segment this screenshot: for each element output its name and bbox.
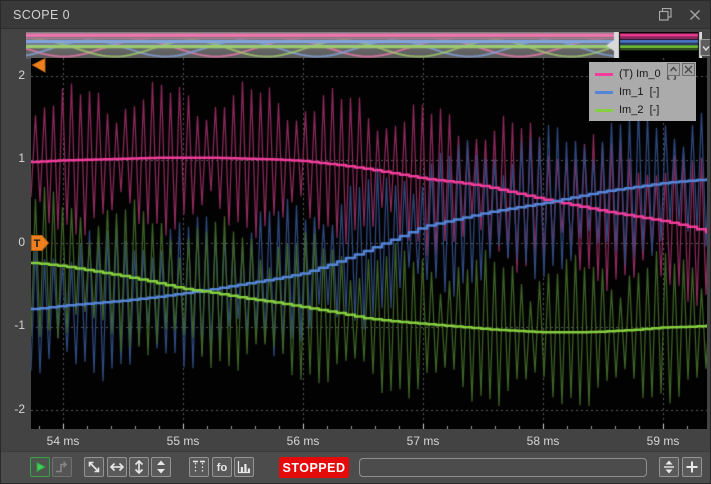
chevron-down-icon — [701, 41, 711, 55]
plus-icon — [683, 458, 701, 476]
horizontal-arrows-icon — [108, 458, 126, 476]
split-plot-button[interactable] — [659, 457, 679, 477]
x-tick-label: 55 ms — [167, 434, 200, 448]
status-badge: STOPPED — [279, 457, 349, 478]
vertical-arrows-icon — [130, 458, 148, 476]
legend[interactable]: (T) Im_0 [-] Im_1 [-] Im_2 [-] — [589, 62, 696, 121]
x-tick-label: 59 ms — [647, 434, 680, 448]
toolbar: fo STOPPED — [1, 451, 711, 484]
y-tick-label: -2 — [3, 402, 25, 416]
legend-swatch-im2 — [595, 109, 613, 112]
scrollbar-track[interactable] — [359, 458, 647, 477]
analysis-button[interactable] — [234, 457, 254, 477]
chevron-up-icon — [668, 64, 679, 75]
x-tick-label: 54 ms — [47, 434, 80, 448]
fit-horizontal-button[interactable] — [107, 457, 127, 477]
y-tick-label: 2 — [3, 68, 25, 82]
float-window-button[interactable] — [652, 5, 678, 25]
x-tick-label: 56 ms — [287, 434, 320, 448]
fourier-button[interactable]: fo — [212, 457, 232, 477]
signal-overview-navigator[interactable] — [26, 32, 702, 59]
fit-vertical-button[interactable] — [129, 457, 149, 477]
trigger-marker-label: T — [34, 238, 41, 250]
restore-icon — [659, 8, 672, 21]
y-tick-label: -1 — [3, 318, 25, 332]
legend-swatch-im1 — [595, 91, 613, 94]
split-view-icon — [660, 458, 678, 476]
fourier-icon: fo — [217, 462, 228, 474]
cursors-icon — [190, 458, 208, 476]
close-icon — [683, 64, 694, 75]
add-plot-button[interactable] — [682, 457, 702, 477]
bar-chart-icon — [235, 458, 253, 476]
cursors-button[interactable] — [189, 457, 209, 477]
legend-collapse-button[interactable] — [667, 63, 680, 76]
step-trigger-icon — [53, 458, 71, 476]
left-triangle-icon — [31, 58, 46, 73]
x-tick-label: 58 ms — [527, 434, 560, 448]
run-button[interactable] — [30, 457, 50, 477]
window-title: SCOPE 0 — [1, 8, 652, 22]
scroll-up-marker[interactable] — [31, 58, 46, 78]
trigger-marker[interactable]: T — [31, 235, 50, 256]
legend-row-im0[interactable]: (T) Im_0 [-] — [595, 65, 696, 83]
x-tick-label: 57 ms — [407, 434, 440, 448]
legend-label-im2: Im_2 [-] — [619, 104, 659, 116]
legend-row-im1[interactable]: Im_1 [-] — [595, 83, 696, 101]
single-trigger-button[interactable] — [52, 457, 72, 477]
y-tick-label: 1 — [3, 151, 25, 165]
expand-vertical-button[interactable] — [151, 457, 171, 477]
y-tick-label: 0 — [3, 235, 25, 249]
legend-close-button[interactable] — [682, 63, 695, 76]
diagonal-arrows-icon — [85, 458, 103, 476]
titlebar[interactable]: SCOPE 0 — [1, 1, 711, 29]
close-icon — [689, 9, 701, 21]
close-window-button[interactable] — [682, 5, 708, 25]
play-icon — [31, 458, 49, 476]
legend-row-im2[interactable]: Im_2 [-] — [595, 101, 696, 119]
legend-label-im1: Im_1 [-] — [619, 86, 659, 98]
split-triangles-icon — [152, 458, 170, 476]
scope-window: SCOPE 0 2 1 0 -1 -2 54 ms 55 ms 56 ms 57… — [0, 0, 711, 484]
auto-zoom-button[interactable] — [84, 457, 104, 477]
overview-options-button[interactable] — [700, 39, 711, 56]
legend-swatch-im0 — [595, 73, 613, 76]
